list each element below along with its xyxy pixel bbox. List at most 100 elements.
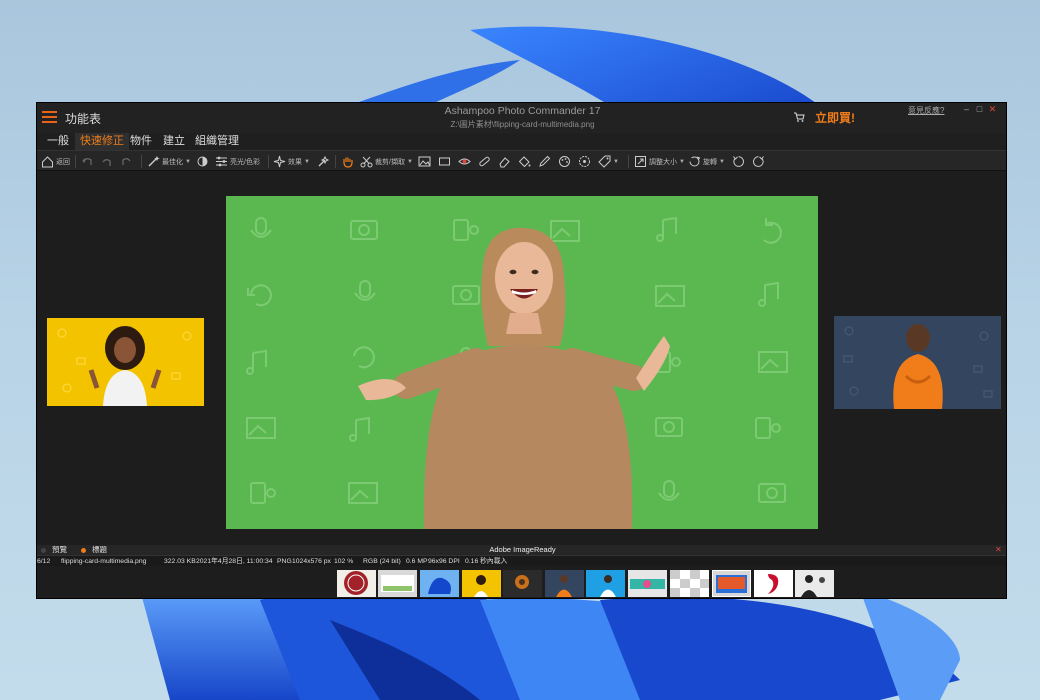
tag-tool-button[interactable]: ▼ bbox=[598, 154, 619, 169]
thumbnail[interactable] bbox=[795, 570, 834, 597]
maximize-button[interactable]: □ bbox=[973, 104, 986, 114]
hand-tool-button[interactable] bbox=[341, 154, 354, 169]
minimize-button[interactable]: – bbox=[960, 104, 973, 114]
screenshot-thumbnail-image bbox=[381, 575, 414, 592]
window-controls: – □ ✕ bbox=[960, 104, 999, 115]
yellow-woman-thumbnail-image bbox=[474, 575, 488, 597]
resize-icon bbox=[635, 156, 646, 167]
pen-button[interactable] bbox=[538, 154, 551, 169]
view-controls bbox=[835, 598, 926, 599]
red-logo-thumbnail-image bbox=[768, 574, 779, 594]
previous-image-preview[interactable] bbox=[47, 318, 204, 406]
cut-crop-button[interactable]: 裁剪/擷取 ▼ bbox=[360, 154, 413, 169]
blue-man-thumbnail-image bbox=[600, 575, 616, 597]
thumbnail[interactable] bbox=[503, 570, 542, 597]
status-bar: 6/12 flipping-card-multimedia.png 322.03… bbox=[37, 555, 1006, 566]
contrast-button[interactable] bbox=[196, 154, 209, 169]
dark-portrait-thumbnail-image bbox=[515, 575, 529, 589]
crop-icon bbox=[360, 156, 373, 168]
palette-button[interactable] bbox=[558, 154, 571, 169]
close-button[interactable]: ✕ bbox=[986, 104, 999, 115]
cart-icon[interactable] bbox=[793, 111, 805, 123]
eraser-button[interactable] bbox=[498, 154, 511, 169]
toolbar-separator bbox=[268, 155, 269, 168]
optimize-label: 最佳化 bbox=[162, 158, 183, 166]
blur-button[interactable] bbox=[578, 154, 591, 169]
rotate-left-icon bbox=[733, 156, 744, 167]
thumbnail[interactable] bbox=[712, 570, 751, 597]
undo-button[interactable] bbox=[81, 154, 94, 169]
red-eye-icon bbox=[458, 158, 471, 165]
thumbnail[interactable] bbox=[628, 570, 667, 597]
thumbnail[interactable] bbox=[420, 570, 459, 597]
redo-button[interactable] bbox=[120, 154, 133, 169]
thumbnail[interactable] bbox=[337, 570, 376, 597]
blur-icon bbox=[579, 156, 590, 167]
seal-thumbnail-image bbox=[344, 571, 368, 595]
man-orange-hoodie-photo bbox=[834, 316, 1001, 409]
toolbar-separator bbox=[628, 155, 629, 168]
undo-all-icon bbox=[102, 159, 111, 166]
home-icon bbox=[42, 156, 53, 168]
tab-quick-fix[interactable]: 快速修正 bbox=[75, 133, 129, 150]
info-panel-bar: 預覽 標題 Adobe ImageReady ✕ bbox=[37, 545, 1006, 555]
thumbnail[interactable] bbox=[378, 570, 417, 597]
effects-label: 效果 bbox=[288, 158, 302, 166]
undo-icon bbox=[82, 158, 92, 165]
orange-hoodie-thumbnail-image bbox=[556, 575, 572, 597]
image-edit-button[interactable] bbox=[418, 154, 431, 169]
buy-now-button[interactable]: 立即買! bbox=[815, 109, 855, 126]
thumbnail[interactable] bbox=[670, 570, 709, 597]
rectangle-icon bbox=[439, 157, 450, 166]
optimize-button[interactable]: 最佳化 ▼ bbox=[147, 154, 191, 169]
next-image-preview[interactable] bbox=[834, 316, 1001, 409]
resize-button[interactable]: 調整大小 ▼ bbox=[634, 154, 685, 169]
rotate-left-button[interactable] bbox=[732, 154, 745, 169]
dropdown-arrow-icon: ▼ bbox=[719, 158, 725, 165]
redo-icon bbox=[122, 158, 131, 165]
rotate-button[interactable]: 旋轉 ▼ bbox=[688, 154, 725, 169]
resize-label: 調整大小 bbox=[649, 158, 677, 166]
image-workspace bbox=[37, 171, 1006, 545]
fix-tool-button[interactable] bbox=[317, 154, 330, 169]
thumbnail[interactable] bbox=[586, 570, 625, 597]
tag-icon bbox=[598, 155, 611, 168]
tab-create[interactable]: 建立 bbox=[158, 133, 190, 150]
windows-bloom-thumbnail-image bbox=[428, 577, 451, 594]
cut-crop-label: 裁剪/擷取 bbox=[375, 158, 405, 166]
tab-objects[interactable]: 物件 bbox=[125, 133, 157, 150]
panel-close-button[interactable]: ✕ bbox=[995, 545, 1002, 555]
effects-button[interactable]: 效果 ▼ bbox=[273, 154, 310, 169]
toolbar: 返回 最佳化 ▼ 亮光/色彩 效果 ▼ 裁剪/擷取 ▼ ▼ 調整大小 ▼ 旋轉 … bbox=[37, 150, 1006, 171]
hand-icon bbox=[343, 157, 353, 168]
thumbnail[interactable] bbox=[754, 570, 793, 597]
feedback-link[interactable]: 意見反應? bbox=[908, 105, 944, 116]
main-image-canvas[interactable] bbox=[226, 196, 818, 529]
dropdown-arrow-icon: ▼ bbox=[613, 158, 619, 165]
checker-pattern-thumbnail-image bbox=[670, 570, 709, 597]
sliders-icon bbox=[216, 156, 227, 167]
panel-title: Adobe ImageReady bbox=[489, 545, 556, 554]
green-screen-woman-photo bbox=[226, 196, 818, 529]
undo-all-button[interactable] bbox=[100, 154, 113, 169]
palette-icon bbox=[559, 156, 570, 167]
toolbar-separator bbox=[335, 155, 336, 168]
bandage-button[interactable] bbox=[478, 154, 491, 169]
rotate-right-button[interactable] bbox=[752, 154, 765, 169]
toolbar-separator bbox=[141, 155, 142, 168]
toolbar-separator bbox=[75, 155, 76, 168]
picture-icon bbox=[418, 156, 431, 167]
dropdown-arrow-icon: ▼ bbox=[679, 158, 685, 165]
red-eye-button[interactable] bbox=[458, 154, 471, 169]
thumbnail[interactable] bbox=[462, 570, 501, 597]
pen-icon bbox=[539, 155, 551, 167]
rectangle-tool-button[interactable] bbox=[438, 154, 451, 169]
back-button[interactable]: 返回 bbox=[41, 154, 70, 169]
tab-organize[interactable]: 組織管理 bbox=[190, 133, 244, 150]
thumbnail[interactable] bbox=[545, 570, 584, 597]
light-color-button[interactable]: 亮光/色彩 bbox=[215, 154, 260, 169]
magic-brush-icon bbox=[318, 155, 330, 167]
fill-bucket-button[interactable] bbox=[518, 154, 531, 169]
tab-general[interactable]: 一般 bbox=[42, 133, 74, 150]
dropdown-arrow-icon: ▼ bbox=[185, 158, 191, 165]
